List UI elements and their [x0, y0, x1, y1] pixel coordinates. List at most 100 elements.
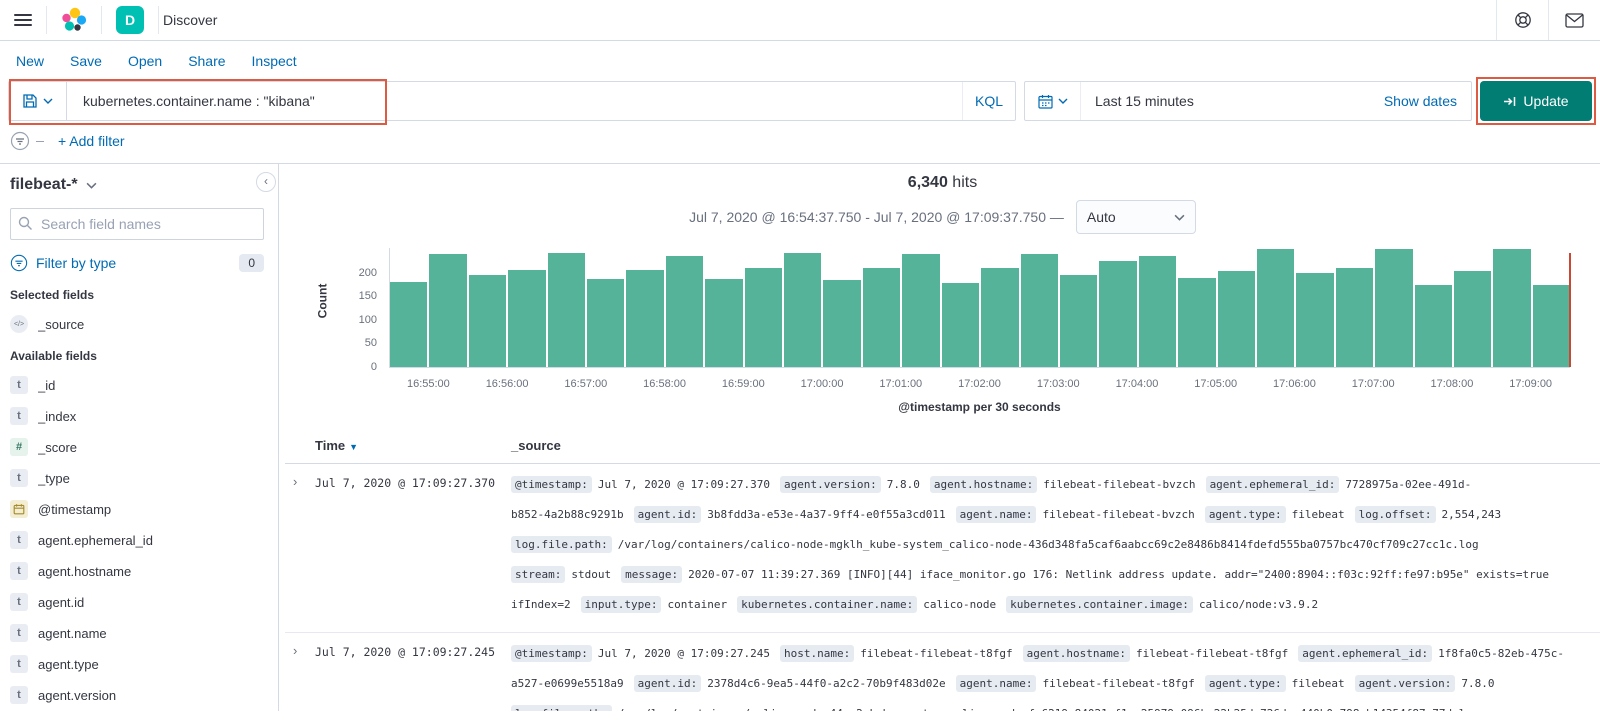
sidebar-collapse-button[interactable]: ‹ — [256, 172, 276, 192]
menu-item-inspect[interactable]: Inspect — [252, 53, 297, 69]
index-pattern-switcher[interactable]: filebeat-* — [10, 176, 264, 194]
histogram-bar[interactable] — [1375, 249, 1413, 367]
elastic-logo-icon — [62, 7, 87, 31]
histogram-bar[interactable] — [1059, 275, 1098, 367]
histogram-bar[interactable] — [823, 280, 861, 367]
elastic-logo[interactable] — [47, 0, 101, 40]
histogram-bar[interactable] — [468, 275, 507, 367]
histogram-bar[interactable] — [390, 282, 428, 367]
field-name: agent.name — [38, 625, 107, 641]
histogram-bar[interactable] — [784, 253, 822, 367]
histogram-bar[interactable] — [1453, 271, 1492, 367]
histogram-bar[interactable] — [1138, 256, 1177, 367]
interval-select[interactable]: Auto — [1075, 200, 1196, 234]
histogram-bar[interactable] — [508, 270, 546, 367]
number-field-icon: # — [10, 438, 28, 456]
field-item-agent.ephemeral_id[interactable]: t agent.ephemeral_id — [10, 531, 264, 549]
histogram-bar[interactable] — [1020, 254, 1058, 367]
field-item-_index[interactable]: t _index — [10, 407, 264, 425]
histogram-bar[interactable] — [547, 253, 586, 367]
field-item-agent.name[interactable]: t agent.name — [10, 624, 264, 642]
saved-query-menu-button[interactable] — [9, 82, 67, 120]
chevron-down-icon — [86, 182, 97, 189]
histogram-bar[interactable] — [1335, 268, 1374, 367]
histogram-bar[interactable] — [1414, 285, 1452, 367]
histogram-bar[interactable] — [941, 283, 980, 367]
field-name-badge: kubernetes.container.name: — [737, 596, 918, 613]
field-value: filebeat — [1291, 508, 1345, 521]
menu-toggle-button[interactable] — [0, 0, 46, 40]
field-value: Jul 7, 2020 @ 17:09:27.370 — [597, 478, 771, 491]
menu-item-save[interactable]: Save — [70, 53, 102, 69]
field-item-_type[interactable]: t _type — [10, 469, 264, 487]
field-value: /var/log/containers/calico-node-44pn2_ku… — [618, 707, 1479, 711]
histogram-bar[interactable] — [1256, 249, 1295, 367]
field-name-badge: agent.id: — [633, 506, 702, 523]
document-row: › Jul 7, 2020 @ 17:09:27.370 @timestamp: Ju… — [285, 464, 1600, 633]
field-name-badge: agent.ephemeral_id: — [1205, 476, 1340, 493]
mail-icon — [1565, 12, 1584, 28]
field-item-_id[interactable]: t _id — [10, 376, 264, 394]
discover-menu: New Save Open Share Inspect — [0, 41, 1600, 77]
field-search-input[interactable] — [10, 208, 264, 240]
field-item-_source[interactable]: </> _source — [10, 315, 264, 333]
field-item-agent.type[interactable]: t agent.type — [10, 655, 264, 673]
query-input[interactable] — [67, 93, 962, 109]
time-column-header[interactable]: Time ▼ — [315, 438, 511, 453]
query-language-button[interactable]: KQL — [961, 82, 1015, 120]
histogram-plot[interactable] — [389, 248, 1571, 368]
show-dates-button[interactable]: Show dates — [1384, 93, 1471, 109]
update-button[interactable]: Update — [1480, 81, 1592, 121]
x-tick-label: 16:56:00 — [485, 378, 529, 390]
hits-counter: 6,340 hits — [285, 174, 1600, 192]
histogram-bar[interactable] — [1178, 278, 1216, 367]
field-item-@timestamp[interactable]: @timestamp — [10, 500, 264, 518]
field-name-badge: log.file.path: — [511, 536, 612, 553]
field-name: @timestamp — [38, 501, 112, 517]
string-field-icon: t — [10, 531, 28, 549]
field-item-agent.version[interactable]: t agent.version — [10, 686, 264, 704]
filter-icon[interactable] — [10, 131, 30, 151]
field-value: 2020-07-07 11:39:27.369 [INFO][44] iface… — [688, 568, 1550, 581]
x-tick-label: 17:08:00 — [1430, 378, 1474, 390]
histogram-bar[interactable] — [902, 254, 940, 367]
field-value: /var/log/containers/calico-node-mgklh_ku… — [617, 538, 1479, 551]
field-item-agent.id[interactable]: t agent.id — [10, 593, 264, 611]
field-name-badge: @timestamp: — [511, 645, 592, 662]
menu-item-new[interactable]: New — [16, 53, 44, 69]
histogram-bar[interactable] — [862, 268, 901, 367]
histogram-bar[interactable] — [1296, 273, 1334, 367]
histogram-bar[interactable] — [1217, 271, 1255, 367]
current-time-marker — [1569, 253, 1571, 367]
histogram-bar[interactable] — [744, 268, 783, 367]
field-name-badge: agent.ephemeral_id: — [1298, 645, 1433, 662]
expand-row-icon[interactable]: › — [285, 643, 315, 711]
histogram-bar[interactable] — [626, 270, 664, 367]
x-tick-label: 17:06:00 — [1273, 378, 1316, 390]
histogram-bar[interactable] — [705, 279, 743, 367]
field-name: _index — [38, 408, 77, 424]
field-item-agent.hostname[interactable]: t agent.hostname — [10, 562, 264, 580]
histogram-bar[interactable] — [587, 279, 625, 367]
filter-by-type-button[interactable]: Filter by type — [36, 255, 231, 271]
menu-item-open[interactable]: Open — [128, 53, 162, 69]
add-filter-button[interactable]: + Add filter — [58, 133, 125, 149]
menu-item-share[interactable]: Share — [188, 53, 225, 69]
field-name: agent.type — [38, 656, 99, 672]
histogram-bar[interactable] — [1532, 285, 1571, 367]
histogram-bar[interactable] — [1493, 249, 1531, 367]
histogram-bar[interactable] — [981, 268, 1019, 367]
field-item-_score[interactable]: # _score — [10, 438, 264, 456]
breadcrumb[interactable]: D — [102, 0, 158, 40]
field-name-badge: stream: — [511, 566, 566, 583]
histogram-bar[interactable] — [429, 254, 467, 367]
date-quick-menu-button[interactable] — [1025, 82, 1081, 120]
expand-row-icon[interactable]: › — [285, 474, 315, 620]
newsfeed-button[interactable] — [1548, 0, 1600, 40]
x-tick-label: 17:02:00 — [958, 378, 1001, 390]
histogram-bar[interactable] — [665, 256, 704, 367]
histogram-bar[interactable] — [1099, 261, 1137, 367]
help-button[interactable] — [1496, 0, 1548, 40]
time-range-value[interactable]: Last 15 minutes — [1081, 93, 1194, 109]
field-value: 7.8.0 — [1461, 677, 1495, 690]
